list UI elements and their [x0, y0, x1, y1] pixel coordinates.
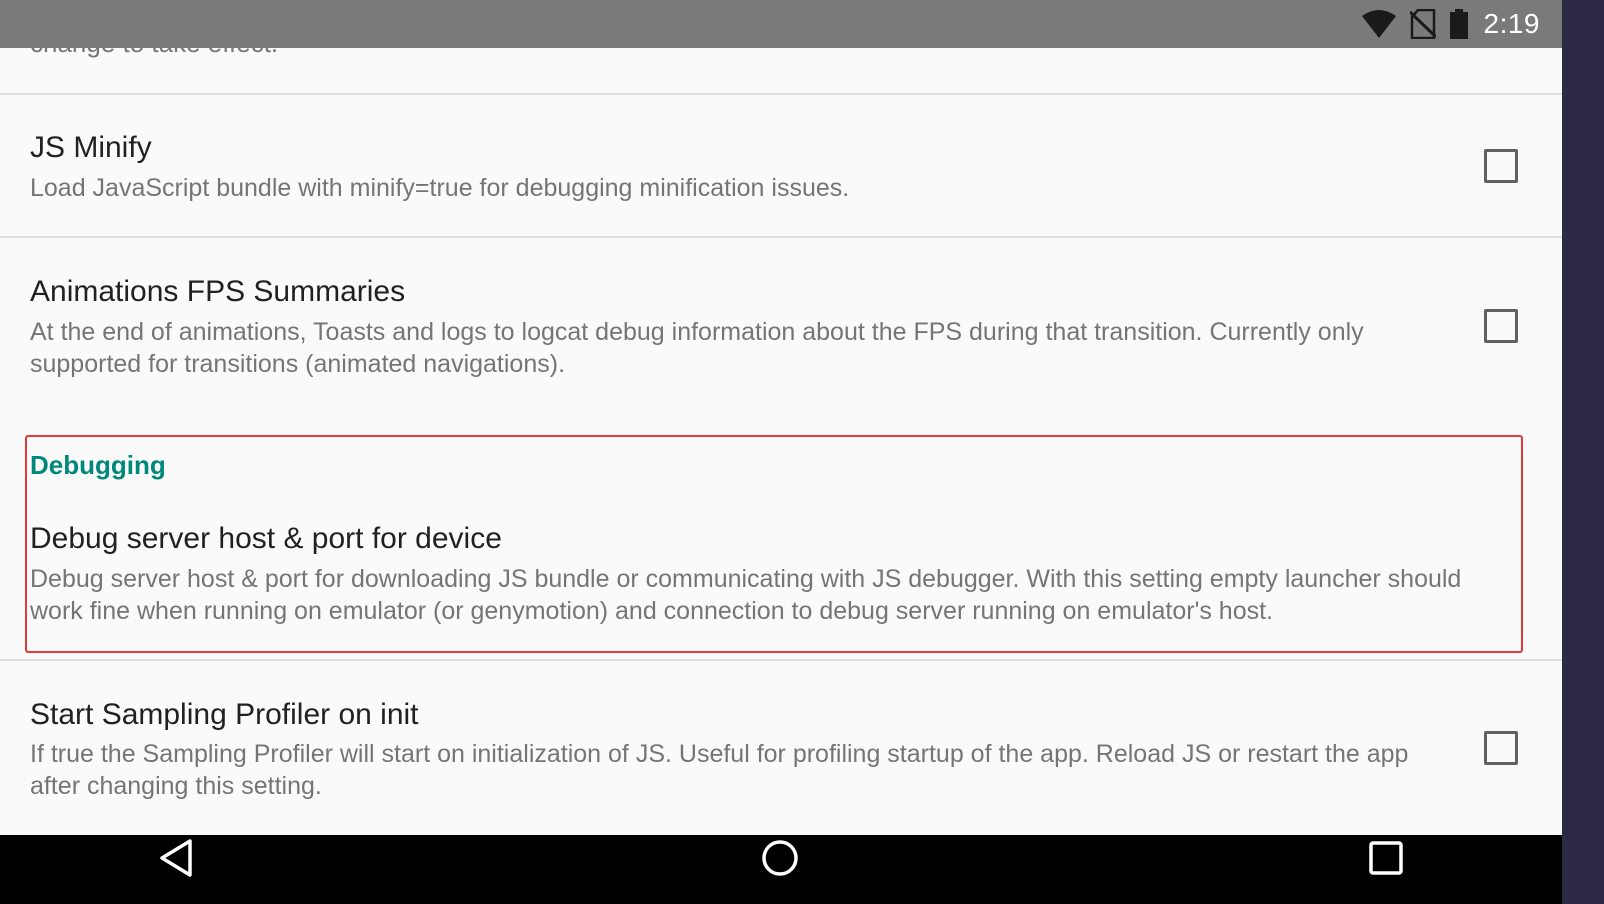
pref-js-minify[interactable]: JS Minify Load JavaScript bundle with mi…	[0, 95, 1562, 237]
pref-debug-server-host[interactable]: Debug server host & port for device Debu…	[0, 505, 1562, 655]
back-button[interactable]	[146, 835, 206, 885]
pref-title: Animations FPS Summaries	[30, 275, 406, 308]
animations-fps-checkbox[interactable]	[1484, 309, 1518, 343]
settings-screen: 2:19 change to take effect. JS Minify Lo…	[0, 0, 1562, 904]
pref-start-sampling-profiler[interactable]: Start Sampling Profiler on init If true …	[0, 661, 1562, 835]
battery-icon	[1449, 9, 1468, 39]
pref-summary: Load JavaScript bundle with minify=true …	[30, 174, 850, 202]
category-header-debugging: Debugging	[30, 450, 166, 480]
sampling-profiler-checkbox[interactable]	[1484, 731, 1518, 765]
recents-icon	[1369, 840, 1403, 880]
navigation-bar	[0, 835, 1562, 904]
pref-summary: Debug server host & port for downloading…	[30, 565, 1462, 625]
status-clock: 2:19	[1483, 8, 1540, 39]
js-minify-checkbox[interactable]	[1484, 149, 1518, 183]
recents-button[interactable]	[1356, 835, 1416, 885]
no-sim-icon	[1409, 9, 1436, 39]
home-button[interactable]	[750, 835, 810, 885]
pref-title: Debug server host & port for device	[30, 522, 502, 555]
wifi-icon	[1361, 10, 1396, 38]
back-icon	[159, 838, 193, 882]
pref-animations-fps-summaries[interactable]: Animations FPS Summaries At the end of a…	[0, 238, 1562, 418]
home-icon	[761, 839, 799, 882]
pref-summary: At the end of animations, Toasts and log…	[30, 318, 1364, 378]
pref-title: JS Minify	[30, 131, 152, 164]
pref-title: Start Sampling Profiler on init	[30, 698, 419, 731]
status-bar: 2:19	[0, 0, 1562, 48]
pref-summary: If true the Sampling Profiler will start…	[30, 740, 1409, 800]
